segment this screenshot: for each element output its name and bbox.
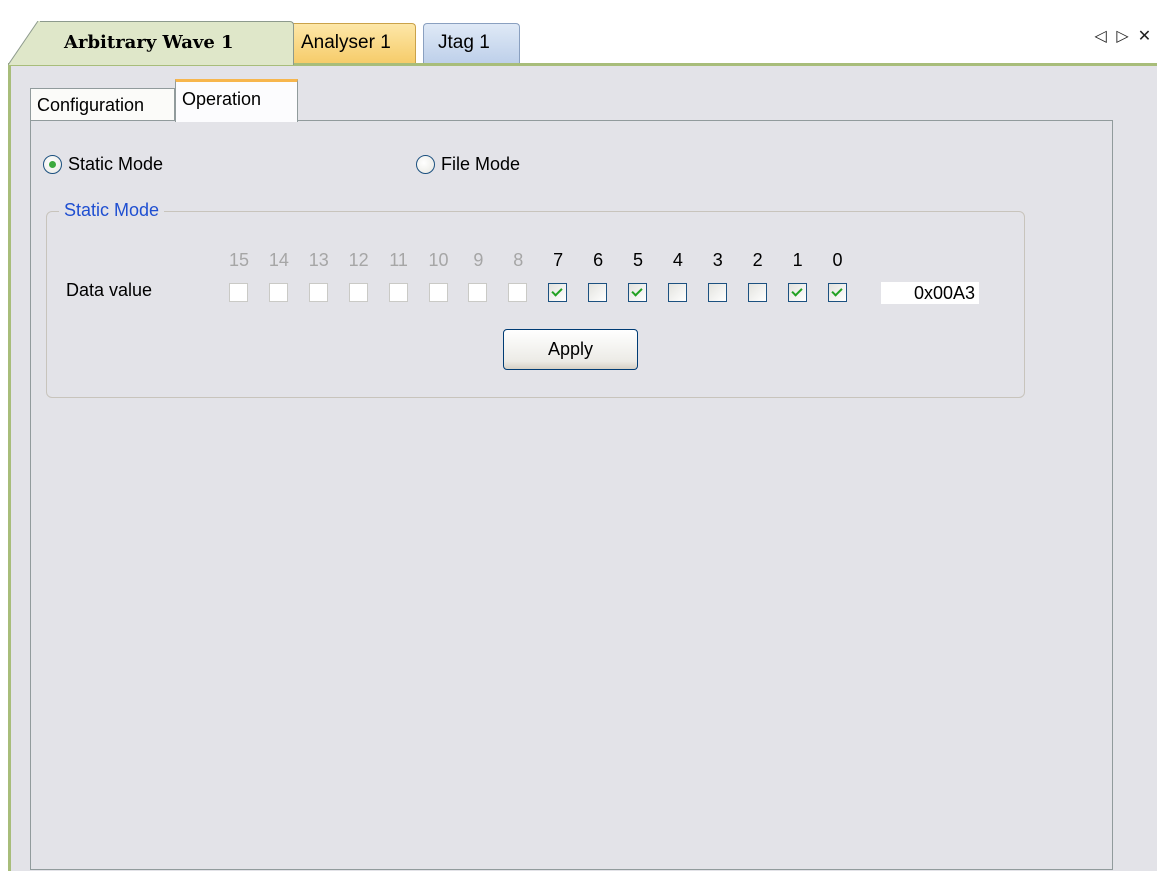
bit-checkbox[interactable] [667, 283, 687, 302]
bit-checkbox[interactable] [628, 283, 647, 302]
scroll-left-icon[interactable]: ◁ [1091, 26, 1113, 46]
bit-checkbox [468, 283, 488, 302]
app-window: Arbitrary Wave 1 Analyser 1 Jtag 1 ◁ ▷ ✕ C… [0, 0, 1157, 871]
radio-checked-icon [43, 155, 62, 174]
bit-label: 11 [389, 250, 408, 270]
doc-tab-arbitrary-wave[interactable]: Arbitrary Wave 1 [8, 21, 294, 65]
bit-label: 12 [348, 250, 369, 270]
apply-button[interactable]: Apply [503, 329, 638, 370]
bit-label: 4 [672, 250, 683, 270]
bit-checkbox[interactable] [787, 283, 807, 302]
bit-label: 2 [752, 250, 763, 270]
bit-checkbox[interactable] [548, 283, 568, 302]
bit-checkbox [268, 283, 288, 302]
doc-tab-analyser[interactable]: Analyser 1 [280, 23, 416, 63]
bit-checkbox [308, 283, 328, 302]
bit-label: 1 [792, 250, 803, 270]
bit-checkbox[interactable] [827, 283, 847, 302]
operation-page: Static Mode File Mode Static Mode Data v… [30, 120, 1113, 870]
tab-nav-controls: ◁ ▷ ✕ [1091, 26, 1157, 46]
bit-label: 15 [228, 250, 250, 270]
bit-label: 5 [632, 250, 643, 270]
bit-label: 6 [593, 250, 604, 270]
bit-checkbox[interactable] [747, 283, 767, 302]
hex-value-field: 0x00A3 [881, 282, 979, 304]
file-mode-label: File Mode [441, 154, 521, 174]
group-legend: Static Mode [59, 199, 165, 221]
bit-label: 14 [268, 250, 289, 270]
bit-label: 13 [308, 250, 329, 270]
data-value-label: Data value [66, 280, 153, 300]
bit-checkbox[interactable] [588, 283, 608, 302]
bit-label: 9 [473, 250, 484, 270]
static-mode-group: Static Mode Data value 15 14 13 12 11 10 9 8 7 6 5… [46, 199, 1025, 398]
doc-tab-jtag[interactable]: Jtag 1 [423, 23, 520, 63]
doc-tab-label: Jtag 1 [438, 32, 490, 53]
doc-tab-label: Analyser 1 [301, 32, 391, 53]
bit-checkbox [229, 283, 248, 302]
static-mode-radio[interactable]: Static Mode [43, 154, 163, 175]
bit-label: 7 [553, 250, 564, 270]
doc-tab-label: Arbitrary Wave 1 [64, 32, 234, 53]
bit-label: 10 [428, 250, 449, 270]
document-body: Configuration Operation Static Mode File… [8, 63, 1157, 871]
bit-label: 3 [712, 250, 723, 270]
bit-label: 0 [832, 250, 843, 270]
bit-checkbox [428, 283, 448, 302]
close-icon[interactable]: ✕ [1135, 26, 1157, 46]
bit-checkbox [388, 283, 408, 302]
bit-label: 8 [513, 250, 524, 270]
bit-checkbox[interactable] [707, 283, 727, 302]
radio-unchecked-icon [416, 155, 435, 174]
scroll-right-icon[interactable]: ▷ [1113, 26, 1135, 46]
tab-configuration[interactable]: Configuration [30, 88, 175, 121]
bit-checkbox [508, 283, 528, 302]
tab-operation[interactable]: Operation [175, 79, 298, 122]
file-mode-radio[interactable]: File Mode [416, 154, 520, 175]
bit-checkbox [348, 283, 368, 302]
static-mode-label: Static Mode [68, 154, 164, 174]
